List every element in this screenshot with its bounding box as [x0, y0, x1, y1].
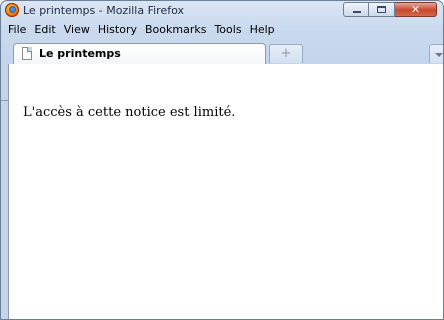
- document-icon: [22, 47, 32, 60]
- menu-history[interactable]: History: [94, 23, 141, 36]
- browser-window: Le printemps - Mozilla Firefox ✕ File Ed…: [0, 0, 444, 320]
- window-title: Le printemps - Mozilla Firefox: [23, 4, 185, 17]
- maximize-icon: [377, 6, 386, 13]
- menu-view[interactable]: View: [60, 23, 94, 36]
- page-notice-text: L'accès à cette notice est limité.: [23, 105, 236, 120]
- tab-strip: Le printemps +: [1, 38, 443, 101]
- menu-help[interactable]: Help: [246, 23, 279, 36]
- close-icon: ✕: [410, 3, 421, 16]
- caption-buttons: ✕: [343, 2, 437, 18]
- maximize-button[interactable]: [369, 2, 395, 17]
- page-content[interactable]: L'accès à cette notice est limité.: [8, 64, 443, 319]
- tab-list-button[interactable]: [429, 44, 443, 63]
- menu-bar: File Edit View History Bookmarks Tools H…: [1, 21, 443, 38]
- menu-file[interactable]: File: [4, 23, 30, 36]
- minimize-button[interactable]: [343, 2, 369, 17]
- title-bar[interactable]: Le printemps - Mozilla Firefox ✕: [1, 1, 443, 21]
- minimize-icon: [353, 11, 361, 13]
- menu-tools[interactable]: Tools: [210, 23, 245, 36]
- menu-bookmarks[interactable]: Bookmarks: [141, 23, 210, 36]
- close-button[interactable]: ✕: [395, 2, 437, 17]
- tab-label: Le printemps: [39, 47, 121, 60]
- new-tab-button[interactable]: +: [269, 44, 303, 63]
- plus-icon: +: [280, 46, 292, 61]
- tab-le-printemps[interactable]: Le printemps: [13, 43, 266, 64]
- firefox-icon[interactable]: [5, 3, 19, 17]
- menu-edit[interactable]: Edit: [30, 23, 59, 36]
